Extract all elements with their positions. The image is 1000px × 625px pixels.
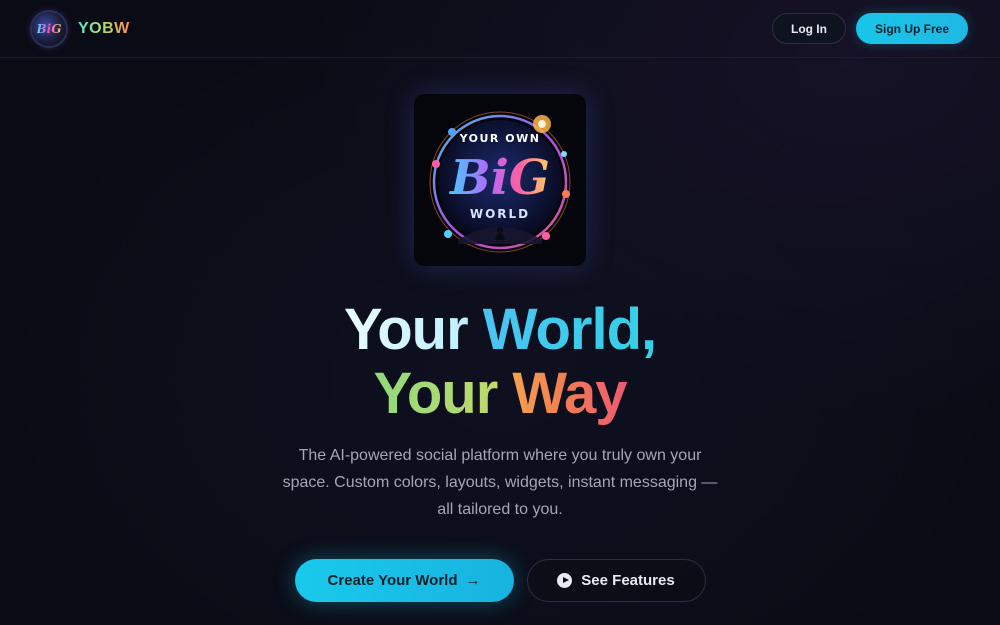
top-navbar: BiG YOBW Log In Sign Up Free: [0, 0, 1000, 58]
title-your-2: Your: [373, 361, 513, 426]
brand-logo-text: BiG: [36, 21, 62, 36]
hero-logo-image: YOUR OWN BiG WORLD: [414, 94, 586, 266]
cta-row: Create Your World → See Features: [0, 559, 1000, 602]
social-icon: [561, 151, 567, 157]
arrow-right-icon: →: [465, 572, 481, 589]
title-your-1: Your: [343, 297, 483, 362]
image-text-bottom: WORLD: [470, 207, 530, 221]
image-text-top: YOUR OWN: [459, 132, 541, 145]
see-features-button[interactable]: See Features: [526, 559, 706, 602]
login-button[interactable]: Log In: [771, 13, 846, 44]
image-text-middle: BiG: [448, 150, 550, 206]
brand-name[interactable]: YOBW: [78, 20, 130, 38]
globe-logo-illustration: YOUR OWN BiG WORLD: [429, 111, 571, 253]
social-icon: [562, 190, 570, 198]
title-world: World,: [482, 297, 657, 362]
brand[interactable]: BiG YOBW: [32, 11, 130, 46]
social-icon: [444, 230, 452, 238]
hero-subtitle: The AI-powered social platform where you…: [282, 447, 718, 518]
create-your-world-button[interactable]: Create Your World →: [294, 559, 514, 602]
play-circle-icon: [557, 573, 573, 588]
social-icon: [448, 128, 456, 136]
social-icon: [542, 232, 550, 240]
nav-actions: Log In Sign Up Free: [771, 13, 968, 44]
signup-button[interactable]: Sign Up Free: [855, 13, 968, 44]
brand-logo[interactable]: BiG: [32, 11, 66, 46]
create-your-world-label: Create Your World: [327, 572, 458, 589]
hero-title: Your World, Your Way: [0, 298, 1000, 426]
see-features-label: See Features: [581, 572, 675, 589]
title-way: Way: [512, 361, 627, 426]
social-icon: [432, 160, 440, 168]
